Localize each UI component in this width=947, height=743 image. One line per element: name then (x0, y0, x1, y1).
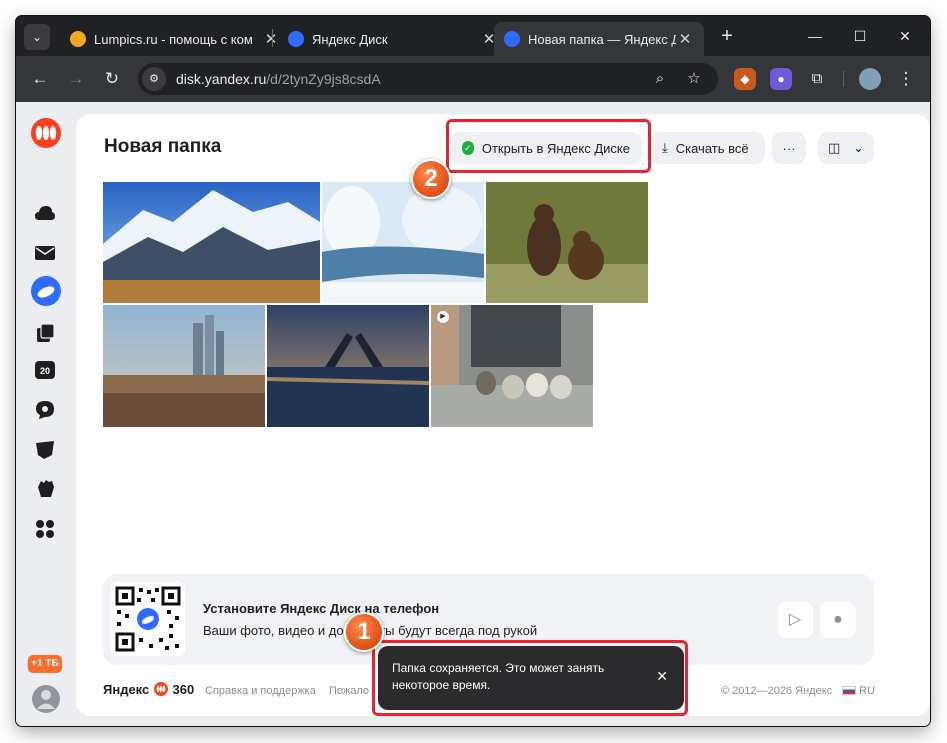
copyright-text: © 2012—2026 Яндекс (721, 685, 833, 697)
step-marker-1: 1 (344, 612, 384, 652)
extensions-puzzle-icon[interactable]: ⧉ (806, 68, 828, 90)
hand-icon[interactable] (35, 479, 55, 499)
footer-brand-suffix: 360 (172, 682, 195, 697)
docs-icon[interactable] (35, 323, 55, 343)
yandex360-mark-icon (153, 682, 168, 696)
profile-avatar[interactable] (859, 68, 881, 90)
apps-icon[interactable] (35, 519, 55, 539)
browser-menu-icon[interactable]: ⋮ (892, 65, 920, 93)
tab-title: Новая папка — Яндекс Дис (528, 31, 676, 47)
tab-new-folder[interactable]: Новая папка — Яндекс Дис ✕ (494, 22, 704, 56)
yandex360-footer-logo[interactable]: Яндекс 360 (103, 682, 194, 697)
zoom-icon[interactable]: ⌕ (650, 69, 670, 89)
url-host: disk.yandex.ru (176, 71, 267, 87)
extension-ghost-icon[interactable]: ● (770, 68, 792, 90)
step-marker-2: 2 (411, 159, 451, 199)
bookmark-star-icon[interactable]: ☆ (684, 69, 704, 89)
highlight-toast (372, 640, 688, 716)
page-title: Новая папка (104, 136, 222, 157)
maximize-button[interactable]: ☐ (845, 24, 875, 48)
url-text[interactable]: disk.yandex.ru/d/2tynZy9js8csdA (176, 71, 381, 87)
ru-flag-icon (842, 686, 856, 695)
download-all-button[interactable]: ⤓ Скачать всё (650, 132, 765, 164)
close-window-button[interactable]: ✕ (890, 24, 920, 48)
calendar-day: 20 (40, 366, 50, 376)
photo-bears[interactable] (486, 182, 648, 303)
tab-title: Lumpics.ru - помощь с ком (94, 31, 253, 47)
close-tab-icon[interactable]: ✕ (676, 30, 694, 48)
public-folder-card: Новая папка ✓ Открыть в Яндекс Диске ⤓ С… (76, 114, 930, 716)
mail-icon[interactable] (35, 245, 55, 261)
user-avatar[interactable] (31, 684, 61, 714)
language-label: RU (859, 685, 875, 697)
partial-link[interactable]: Пожало (329, 685, 369, 697)
help-link[interactable]: Справка и поддержка (205, 685, 316, 697)
tab-lumpics[interactable]: Lumpics.ru - помощь с ком ✕ (60, 22, 290, 56)
tab-yandex-disk[interactable]: Яндекс Диск ✕ (278, 22, 508, 56)
chevron-down-icon: ⌄ (853, 140, 864, 155)
footer-brand: Яндекс (103, 682, 150, 697)
forward-arrow-icon[interactable]: → (62, 65, 90, 93)
extension-fox-icon[interactable]: ◆ (734, 68, 756, 90)
download-all-label: Скачать всё (675, 140, 749, 156)
yandex-disk-favicon-icon (504, 31, 520, 47)
photo-ducks-video[interactable] (431, 305, 593, 427)
photo-drawbridge[interactable] (267, 305, 429, 427)
view-mode-button[interactable]: ◫ ⌄ (818, 132, 874, 164)
tab-strip: ⌄ Lumpics.ru - помощь с ком ✕ Яндекс Дис… (16, 16, 930, 56)
new-tab-button[interactable]: + (716, 25, 738, 47)
photo-mountains[interactable] (103, 182, 320, 303)
highlight-open-in-disk (446, 119, 651, 173)
minimize-button[interactable]: — (800, 24, 830, 48)
site-info-icon[interactable]: ⚙ (142, 67, 166, 91)
back-arrow-icon[interactable]: ← (26, 65, 54, 93)
tab-separator (272, 29, 273, 47)
lumpics-favicon-icon (70, 31, 86, 47)
disk-icon[interactable] (30, 275, 62, 307)
promo-title: Установите Яндекс Диск на телефон (203, 601, 440, 616)
cloud-icon[interactable] (35, 204, 55, 222)
page-viewport: 20 +1 ТБ Новая папка ✓ Открыть в Яндекс … (16, 102, 930, 726)
download-icon: ⤓ (662, 140, 668, 155)
yandex360-logo-icon[interactable] (30, 117, 62, 149)
grid-view-icon: ◫ (828, 140, 841, 155)
video-play-icon: ▶ (437, 311, 449, 323)
telemost-icon[interactable] (35, 400, 55, 420)
notes-icon[interactable] (35, 440, 55, 460)
service-rail: 20 +1 ТБ (16, 102, 74, 726)
google-play-icon[interactable]: ▷ (777, 602, 813, 638)
app-store-icon[interactable]: ● (820, 602, 856, 638)
tab-title: Яндекс Диск (312, 31, 388, 47)
tab-search-button[interactable]: ⌄ (24, 24, 50, 50)
browser-toolbar: ← → ↻ ⚙ disk.yandex.ru/d/2tynZy9js8csdA … (16, 56, 930, 102)
promo-storage-badge[interactable]: +1 ТБ (28, 655, 62, 673)
qr-code-icon (111, 582, 185, 656)
yandex-disk-favicon-icon (288, 31, 304, 47)
address-bar[interactable]: ⚙ disk.yandex.ru/d/2tynZy9js8csdA ⌕ ☆ (138, 63, 718, 95)
toolbar-separator (843, 71, 844, 87)
photo-moscow-city[interactable] (103, 305, 265, 427)
calendar-icon[interactable]: 20 (35, 360, 55, 380)
language-switch[interactable]: RU (842, 685, 875, 697)
more-button[interactable]: ··· (772, 132, 806, 164)
photo-winter-river[interactable] (322, 182, 484, 303)
url-path: /d/2tynZy9js8csdA (266, 71, 381, 87)
reload-icon[interactable]: ↻ (98, 65, 126, 93)
